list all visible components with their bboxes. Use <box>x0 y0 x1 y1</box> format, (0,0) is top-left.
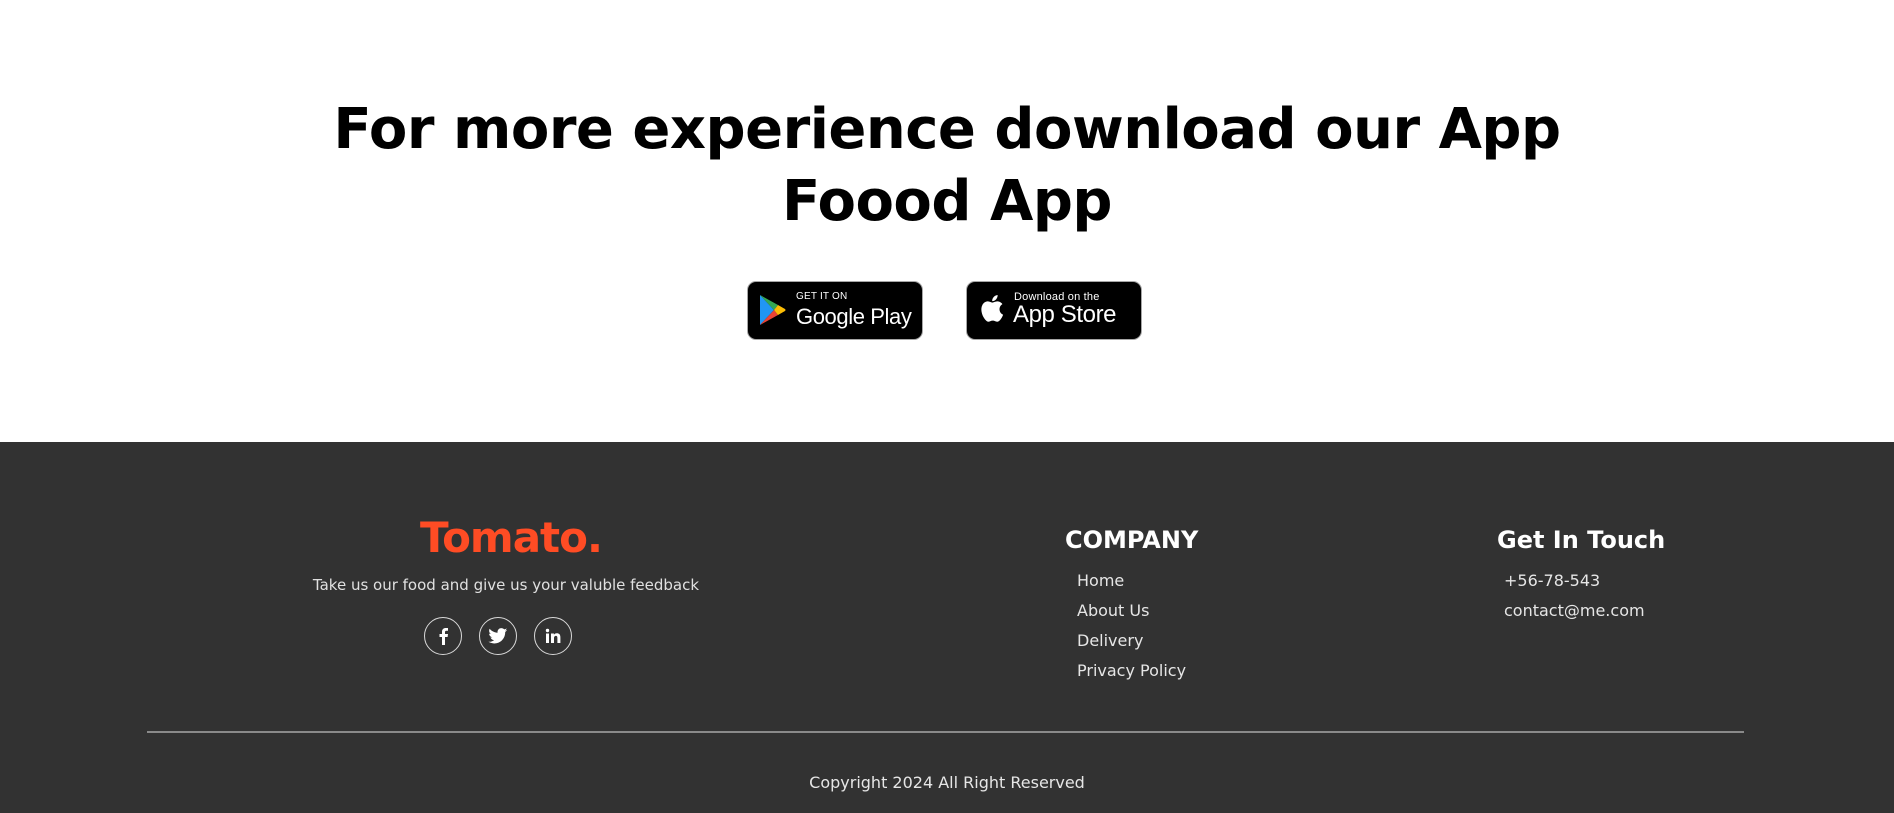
footer-link-delivery[interactable]: Delivery <box>1077 631 1186 661</box>
app-store-big-text: App Store <box>1013 301 1117 328</box>
download-heading-line1: For more experience download our App <box>333 97 1561 162</box>
twitter-icon[interactable] <box>479 617 517 655</box>
footer-divider <box>147 731 1744 733</box>
copyright-text: Copyright 2024 All Right Reserved <box>809 773 1085 792</box>
contact-email: contact@me.com <box>1504 601 1645 620</box>
get-in-touch-heading: Get In Touch <box>1497 526 1666 554</box>
google-play-icon <box>758 294 786 330</box>
app-download-section: For more experience download our App Foo… <box>0 0 1894 442</box>
apple-icon <box>978 292 1004 328</box>
download-heading: For more experience download our App Foo… <box>0 94 1894 238</box>
brand-logo[interactable]: Tomato. <box>420 513 603 563</box>
app-store-button[interactable]: Download on the App Store <box>966 281 1142 340</box>
footer-link-home[interactable]: Home <box>1077 571 1186 601</box>
footer-link-privacy-policy[interactable]: Privacy Policy <box>1077 661 1186 691</box>
download-heading-line2: Foood App <box>782 169 1113 234</box>
contact-phone: +56-78-543 <box>1504 571 1601 590</box>
linkedin-icon[interactable] <box>534 617 572 655</box>
google-play-button[interactable]: GET IT ON Google Play <box>747 281 923 340</box>
footer: Tomato. Take us our food and give us you… <box>0 442 1894 813</box>
google-play-big-text: Google Play <box>796 304 912 329</box>
footer-link-about-us[interactable]: About Us <box>1077 601 1186 631</box>
contact-info: +56-78-543 contact@me.com <box>1504 571 1645 631</box>
company-heading: COMPANY <box>1065 526 1199 554</box>
company-links: Home About Us Delivery Privacy Policy <box>1077 571 1186 691</box>
footer-tagline: Take us our food and give us your valubl… <box>312 576 700 594</box>
facebook-icon[interactable] <box>424 617 462 655</box>
google-play-small-text: GET IT ON <box>796 291 848 302</box>
